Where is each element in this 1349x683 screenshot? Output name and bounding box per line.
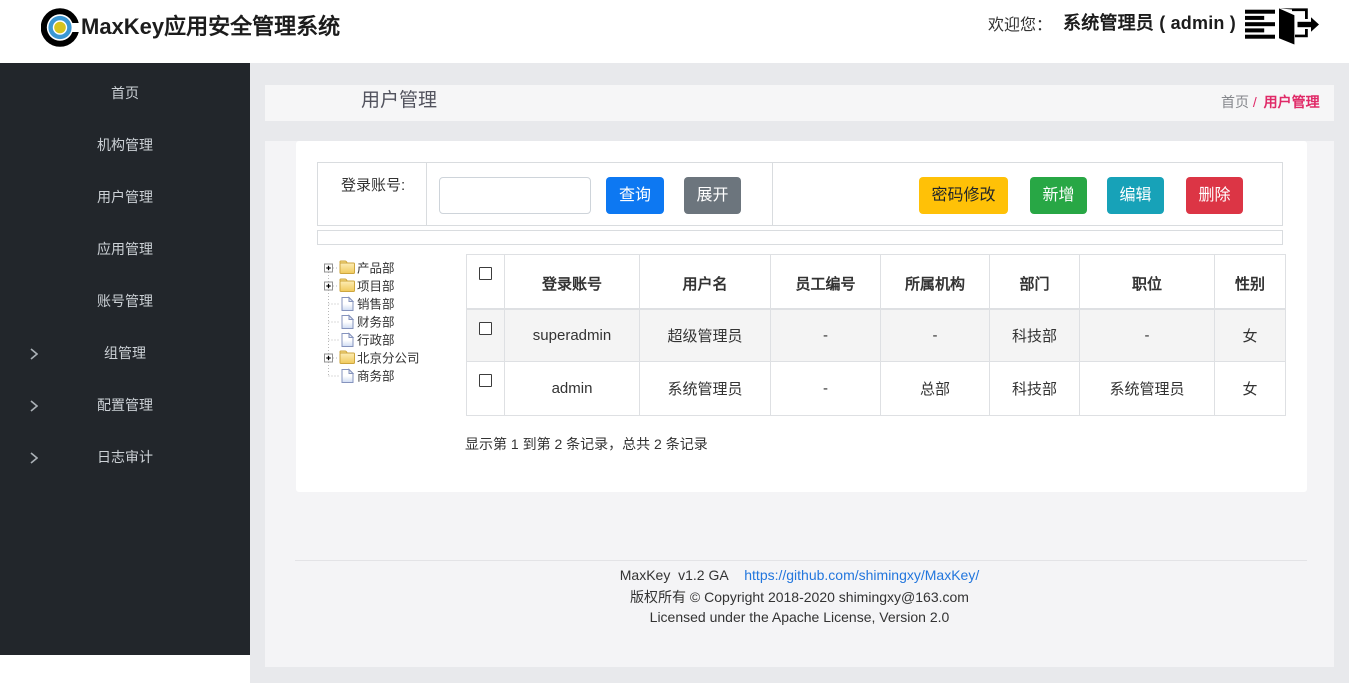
- svg-text:北京分公司: 北京分公司: [357, 352, 420, 366]
- svg-text:商务部: 商务部: [357, 369, 395, 384]
- svg-text:销售部: 销售部: [357, 297, 395, 312]
- svg-text:财务部: 财务部: [357, 315, 395, 330]
- svg-text:产品部: 产品部: [357, 261, 395, 276]
- svg-text:项目部: 项目部: [357, 279, 395, 294]
- svg-text:行政部: 行政部: [357, 333, 395, 348]
